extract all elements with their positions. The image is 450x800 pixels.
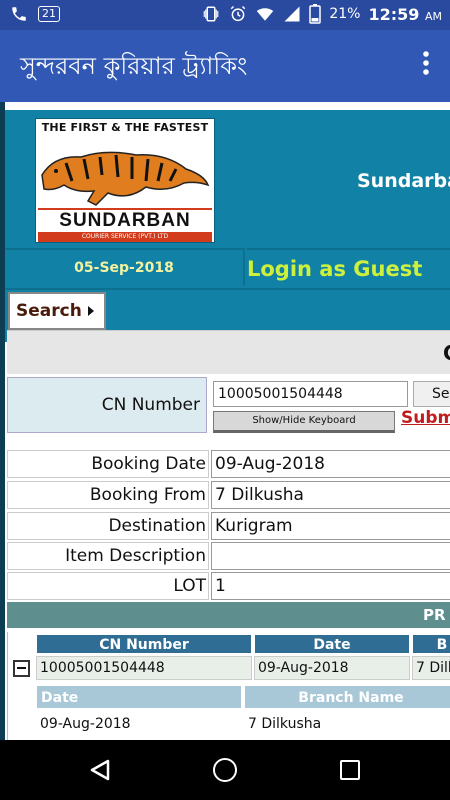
search-menu-label: Search [16,301,82,321]
battery-percent: 21% [329,6,361,22]
clock: 12:59 AM [368,5,442,24]
recent-apps-icon[interactable] [340,760,360,780]
booking-from-value: 7 Dilkusha [211,481,450,509]
booking-date-label: Booking Date [7,450,209,478]
status-left: 21 [10,5,60,23]
results-header-bar: PR [7,602,450,628]
search-menu-button[interactable]: Search [8,292,106,330]
phone-icon [12,7,26,21]
results-grid: CN Number Date B 10005001504448 09-Aug-2… [7,632,450,740]
results-header-text: PR [423,606,446,624]
clock-time: 12:59 [368,4,420,24]
logo-name: SUNDARBAN [38,208,212,232]
submit-link[interactable]: Submi [401,408,450,428]
logo-subtitle: COURIER SERVICE (PVT.) LTD [38,232,212,242]
column-header-cn-number: CN Number [36,634,252,654]
alarm-icon [231,5,246,22]
form-title: C [7,330,450,374]
cell-date: 09-Aug-2018 [254,656,410,680]
field-row-item-description: Item Description [7,542,450,570]
field-row-booking-date: Booking Date 09-Aug-2018 [7,450,450,478]
field-row-lot: LOT 1 [7,572,450,600]
app-bar: সুন্দরবন কুরিয়ার ট্র্যাকিং [0,30,450,102]
app-title: সুন্দরবন কুরিয়ার ট্র্যাকিং [20,52,248,80]
search-button[interactable]: Sea [413,381,450,407]
field-row-booking-from: Booking From 7 Dilkusha [7,481,450,509]
form-title-text: C [443,341,450,365]
cn-number-label: CN Number [7,377,207,433]
column-header-branch: B [412,634,450,654]
triangle-right-icon [87,306,94,316]
clock-ampm: AM [424,9,442,23]
login-as-guest-link[interactable]: Login as Guest [247,248,450,286]
sub-cell-branch: 7 Dilkusha [248,716,322,732]
back-icon[interactable] [88,758,112,782]
home-icon[interactable] [213,758,237,782]
status-right: 21% 12:59 AM [201,4,442,24]
wifi-icon [257,8,274,21]
collapse-row-icon[interactable] [13,660,30,677]
vibrate-icon [204,6,219,22]
sub-header-date: Date [36,685,242,709]
lot-label: LOT [7,572,209,600]
logo-tagline: THE FIRST & THE FASTEST [41,121,209,134]
cell-branch: 7 Dilk [412,656,450,680]
destination-value: Kurigram [211,512,450,540]
item-description-value [211,542,450,570]
current-date: 05-Sep-2018 [5,248,245,286]
system-nav-bar [0,740,450,800]
field-row-destination: Destination Kurigram [7,512,450,540]
cn-number-input[interactable] [213,381,408,407]
sub-header-branch-name: Branch Name [244,685,450,709]
booking-date-value: 09-Aug-2018 [211,450,450,478]
sub-cell-date: 09-Aug-2018 [40,716,131,732]
more-vert-icon[interactable] [416,50,436,82]
lot-value: 1 [211,572,450,600]
tiger-icon [41,151,210,206]
signal-icon [284,6,300,22]
column-header-date: Date [254,634,410,654]
item-description-label: Item Description [7,542,209,570]
nav-menu: Search [5,288,450,334]
webview: THE FIRST & THE FASTEST SUNDARBAN COURIE… [0,102,450,740]
site-title: Sundarba [357,170,450,192]
booking-from-label: Booking From [7,481,209,509]
cell-cn-number: 10005001504448 [36,656,252,680]
company-logo: THE FIRST & THE FASTEST SUNDARBAN COURIE… [35,118,215,243]
destination-label: Destination [7,512,209,540]
status-bar: 21 21% 12:59 AM [0,0,450,30]
site-header: THE FIRST & THE FASTEST SUNDARBAN COURIE… [5,110,450,342]
battery-icon [309,4,322,24]
sim-badge: 21 [38,6,60,22]
show-hide-keyboard-button[interactable]: Show/Hide Keyboard [213,411,395,433]
